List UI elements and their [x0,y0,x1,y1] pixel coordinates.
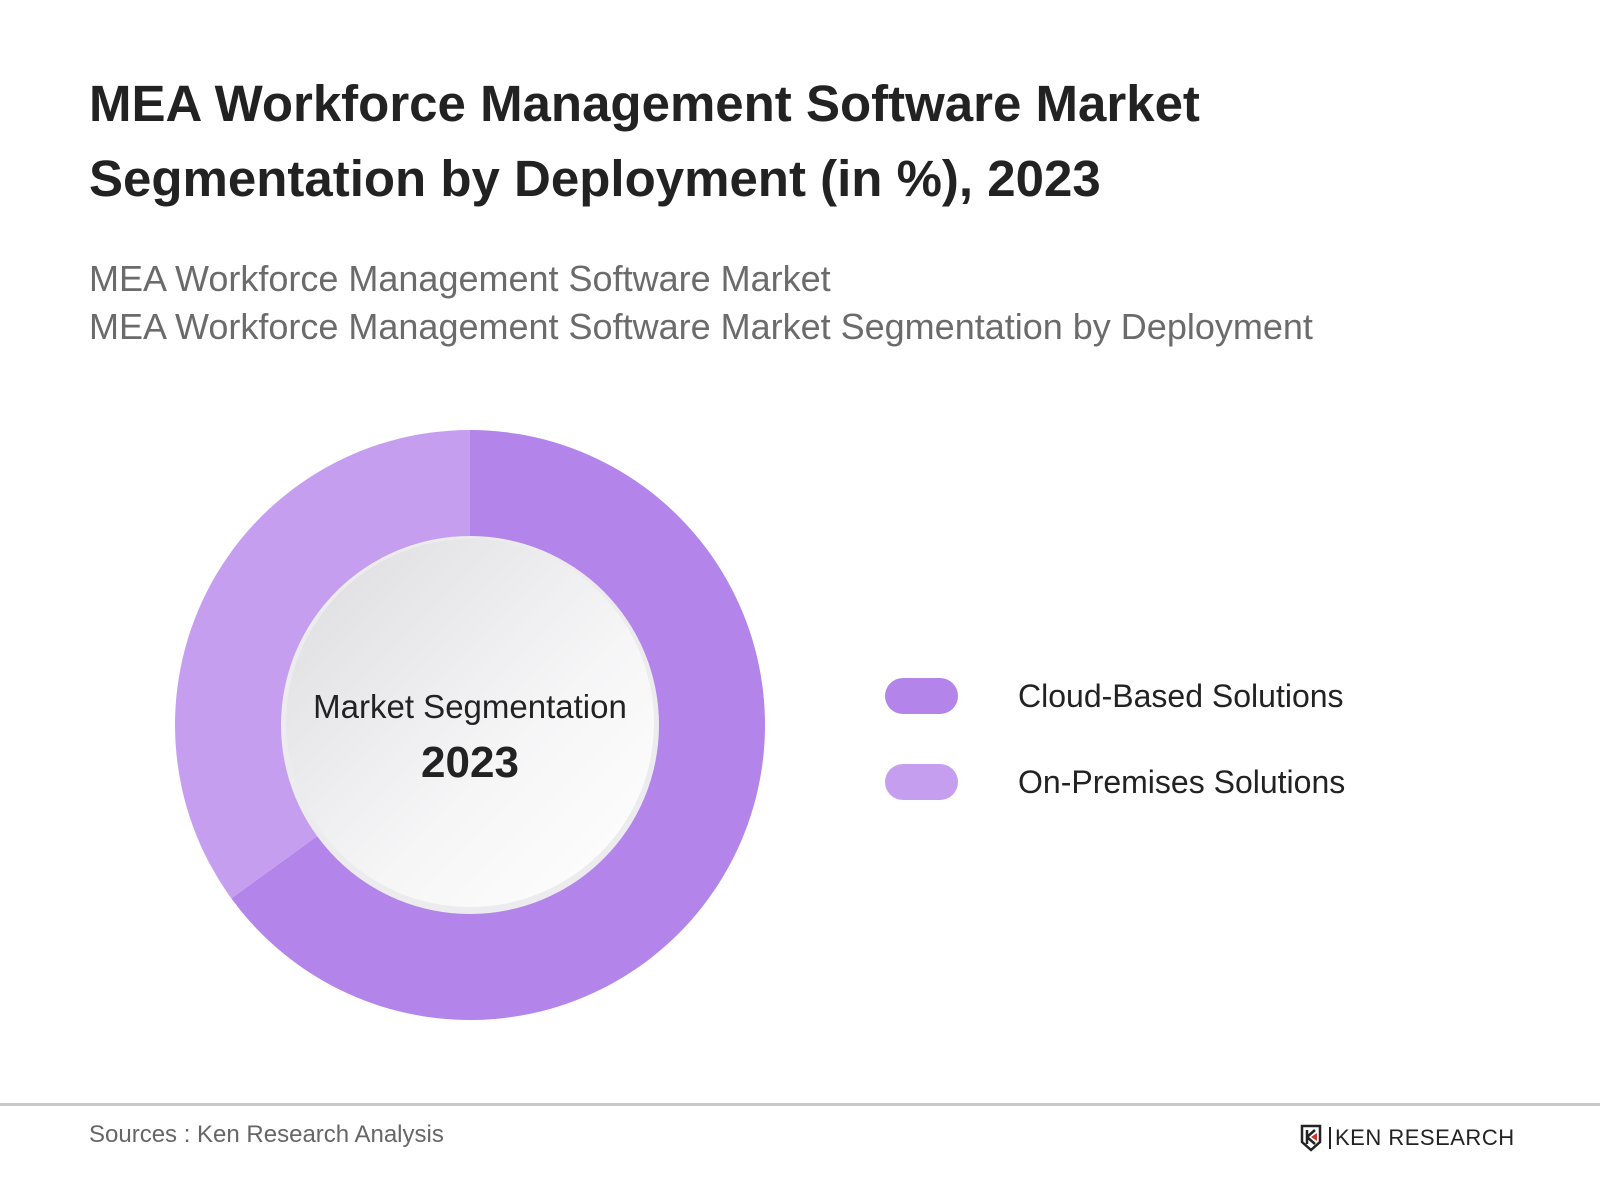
legend-label-on-premises: On-Premises Solutions [1018,763,1346,800]
ken-logo-icon [1300,1124,1322,1152]
legend-swatch-on-premises [885,764,958,800]
sources-note: Sources : Ken Research Analysis [89,1121,444,1148]
center-label: Market Segmentation [313,688,627,725]
center-year: 2023 [421,738,519,787]
footer-divider [0,1103,1600,1106]
legend-swatch-cloud [885,678,958,714]
donut-chart [175,430,765,1020]
legend-item-on-premises: On-Premises Solutions [885,764,1345,800]
legend-item-cloud: Cloud-Based Solutions [885,678,1344,714]
logo-divider [1329,1127,1331,1149]
legend-label-cloud: Cloud-Based Solutions [1018,677,1344,714]
logo-text: KEN RESEARCH [1335,1125,1515,1150]
ken-research-logo: KEN RESEARCH [1300,1124,1515,1152]
